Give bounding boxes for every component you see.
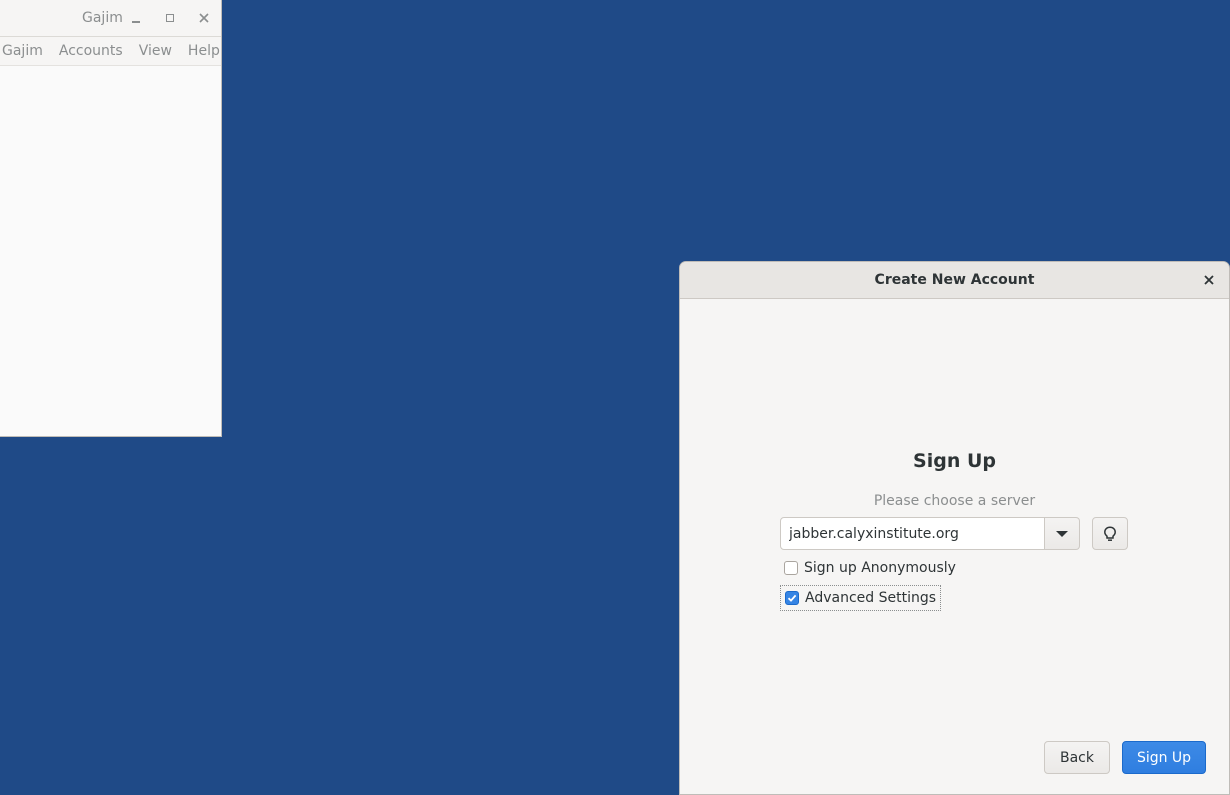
close-button[interactable] bbox=[194, 8, 214, 28]
server-prompt: Please choose a server bbox=[873, 493, 1036, 509]
sign-up-anonymously-checkbox[interactable]: Sign up Anonymously bbox=[780, 557, 960, 579]
dialog-close-button[interactable] bbox=[1199, 270, 1219, 290]
gajim-main-window: Gajim Gajim Accounts View Help bbox=[0, 0, 222, 437]
close-icon bbox=[199, 13, 209, 23]
server-input[interactable] bbox=[780, 517, 1045, 550]
signup-heading: Sign Up bbox=[913, 450, 996, 472]
menu-gajim[interactable]: Gajim bbox=[0, 43, 51, 59]
checkbox-box[interactable] bbox=[784, 561, 798, 575]
back-button[interactable]: Back bbox=[1044, 741, 1110, 774]
chevron-down-icon bbox=[1056, 530, 1068, 537]
sign-up-button[interactable]: Sign Up bbox=[1122, 741, 1206, 774]
menubar: Gajim Accounts View Help bbox=[0, 37, 221, 66]
dialog-title: Create New Account bbox=[874, 272, 1035, 288]
dialog-titlebar: Create New Account bbox=[680, 262, 1229, 299]
desktop: Gajim Gajim Accounts View Help Create Ne… bbox=[0, 0, 1230, 795]
sign-up-anonymously-label: Sign up Anonymously bbox=[804, 560, 956, 576]
maximize-button[interactable] bbox=[160, 8, 180, 28]
minimize-icon bbox=[132, 21, 140, 23]
checkbox-box[interactable] bbox=[785, 591, 799, 605]
menu-accounts[interactable]: Accounts bbox=[51, 43, 131, 59]
advanced-settings-label: Advanced Settings bbox=[805, 590, 937, 606]
server-dropdown-button[interactable] bbox=[1045, 517, 1080, 550]
server-combo bbox=[780, 517, 1080, 550]
menu-view[interactable]: View bbox=[131, 43, 180, 59]
checkmark-icon bbox=[787, 594, 797, 602]
main-titlebar: Gajim bbox=[0, 0, 221, 37]
server-recommendations-button[interactable] bbox=[1092, 517, 1128, 550]
lightbulb-icon bbox=[1104, 525, 1116, 541]
close-icon bbox=[1204, 275, 1214, 285]
advanced-settings-checkbox[interactable]: Advanced Settings bbox=[780, 585, 942, 611]
menu-help[interactable]: Help bbox=[180, 43, 221, 59]
main-window-title: Gajim bbox=[82, 10, 123, 26]
maximize-icon bbox=[166, 14, 174, 22]
minimize-button[interactable] bbox=[126, 8, 146, 28]
create-account-dialog: Create New Account Sign Up Please choose… bbox=[679, 261, 1230, 795]
